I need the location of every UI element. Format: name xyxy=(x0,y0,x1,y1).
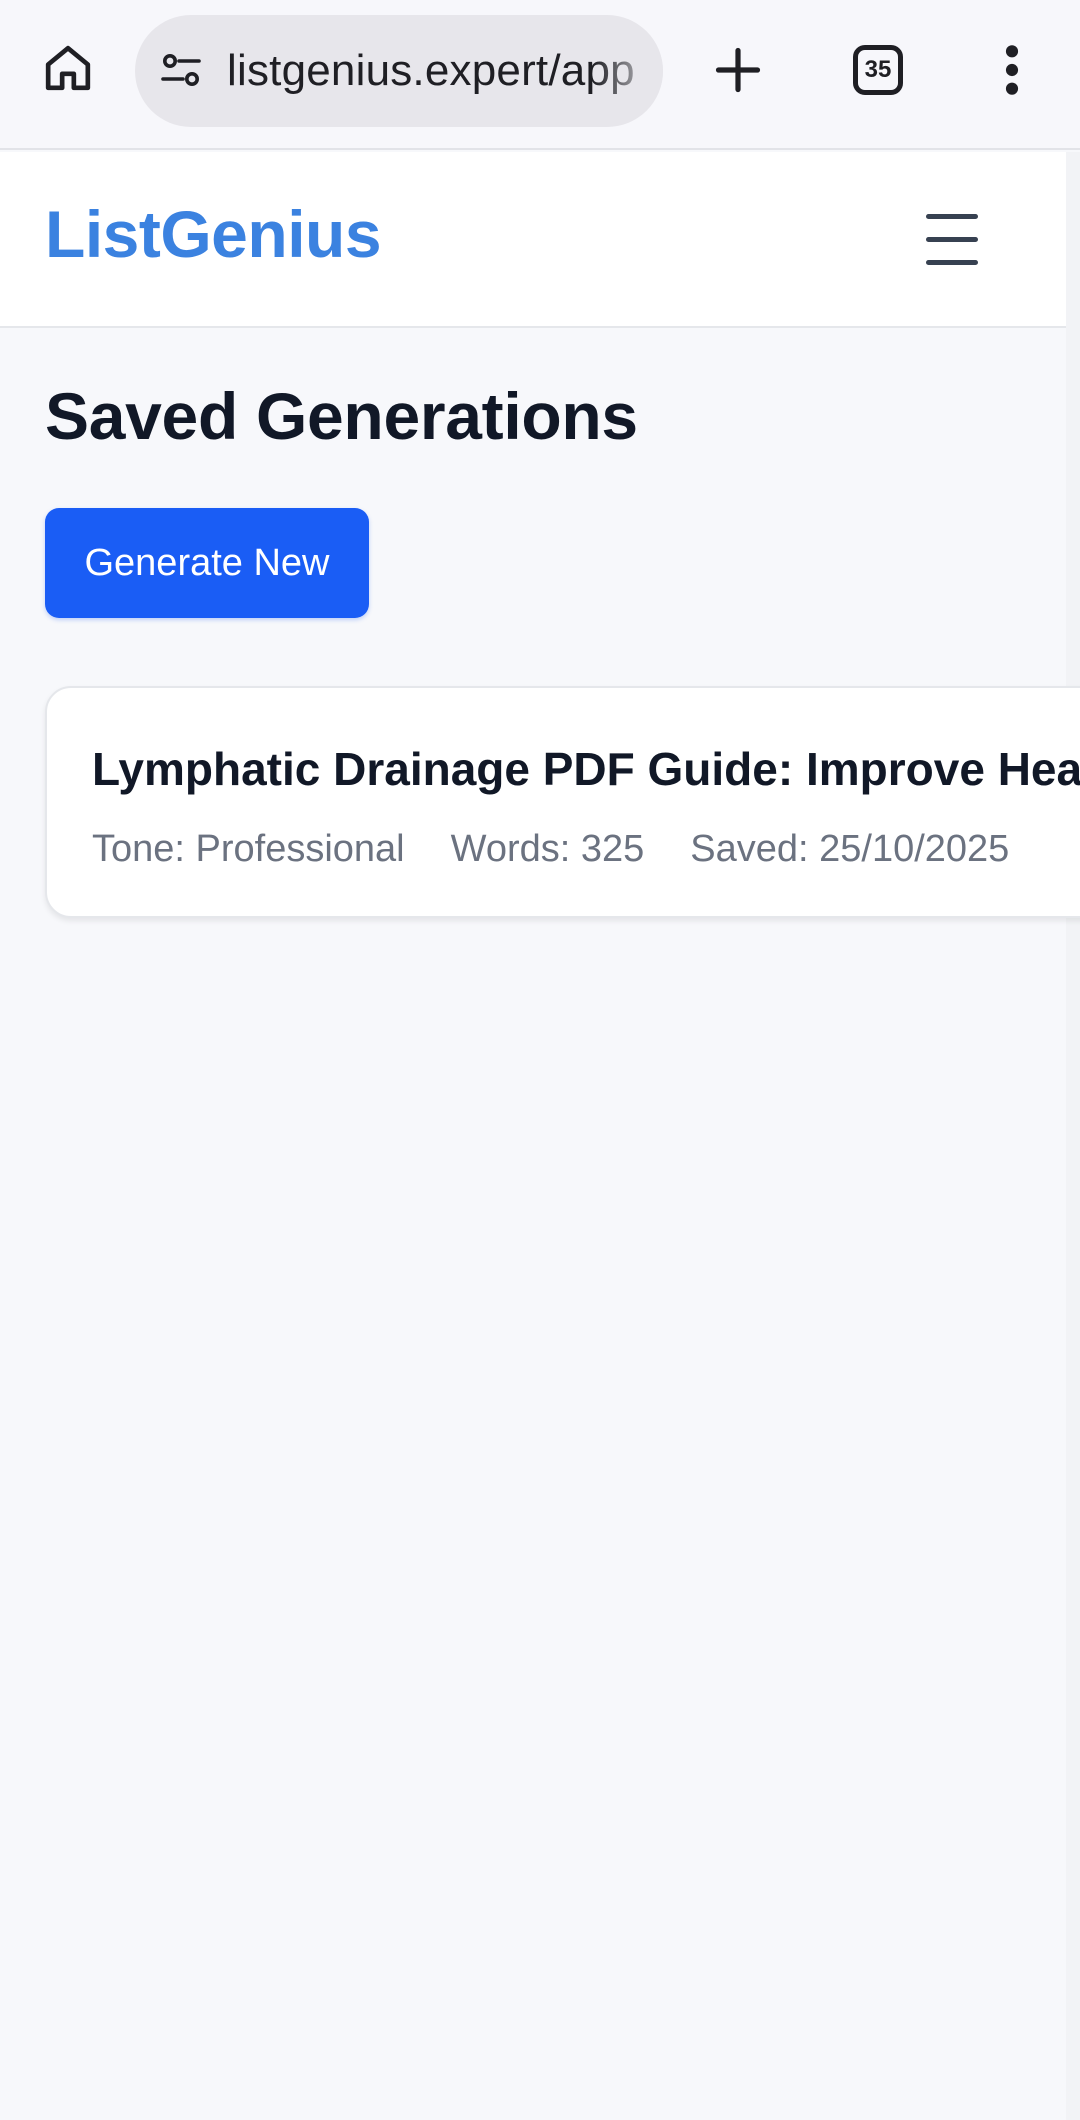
home-button[interactable] xyxy=(30,30,106,106)
generations-list: Lymphatic Drainage PDF Guide: Improve He… xyxy=(0,680,1080,930)
generation-meta: Tone: Professional Words: 325 Saved: 25/… xyxy=(92,828,1009,871)
kebab-menu-icon xyxy=(1005,45,1019,95)
generation-tone: Tone: Professional xyxy=(92,828,405,870)
browser-menu-button[interactable] xyxy=(974,32,1050,108)
generation-card[interactable]: Lymphatic Drainage PDF Guide: Improve He… xyxy=(45,686,1080,918)
plus-icon xyxy=(715,47,761,93)
tab-switcher-icon: 35 xyxy=(853,45,903,95)
brand-logo[interactable]: ListGenius xyxy=(45,196,382,272)
app-header: ListGenius xyxy=(0,152,1066,328)
generation-word-count: Words: 325 xyxy=(450,828,645,870)
generation-saved-date: Saved: 25/10/2025 xyxy=(690,828,1010,870)
generate-new-button[interactable]: Generate New xyxy=(45,508,369,618)
address-bar[interactable]: listgenius.expert/app xyxy=(135,15,663,127)
url-text: listgenius.expert/app xyxy=(227,46,635,95)
site-info-icon[interactable] xyxy=(157,47,205,95)
generation-title: Lymphatic Drainage PDF Guide: Improve He… xyxy=(92,743,1080,795)
browser-toolbar: listgenius.expert/app 35 xyxy=(0,0,1080,150)
home-icon xyxy=(45,45,91,91)
page-title: Saved Generations xyxy=(45,379,638,453)
scroll-gutter xyxy=(1066,152,1080,2120)
new-tab-button[interactable] xyxy=(700,32,776,108)
tab-switcher-button[interactable]: 35 xyxy=(840,32,916,108)
nav-menu-button[interactable] xyxy=(918,208,990,272)
tab-count: 35 xyxy=(864,56,892,83)
